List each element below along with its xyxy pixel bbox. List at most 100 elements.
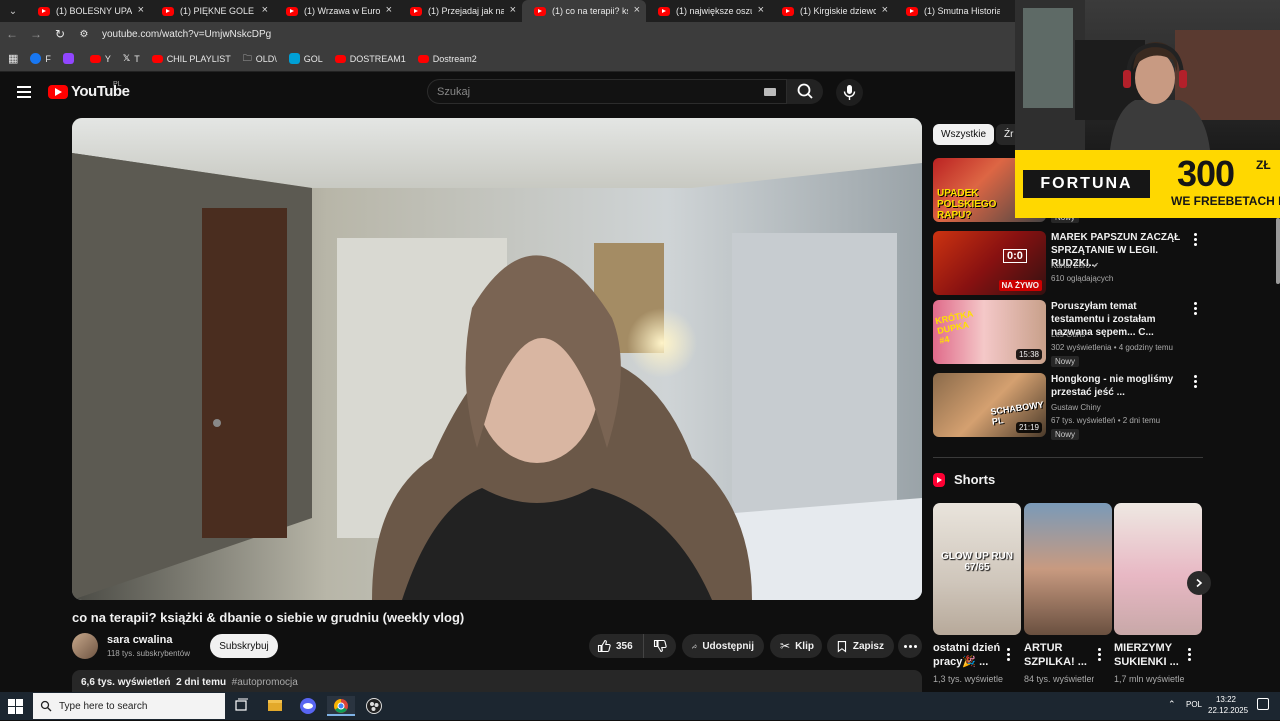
channel-avatar[interactable] (72, 633, 98, 659)
youtube-icon (782, 6, 794, 16)
youtube-play-icon (48, 84, 68, 99)
site-info-icon[interactable]: ⚙ (72, 29, 96, 40)
more-vertical-icon[interactable] (1194, 233, 1198, 246)
bookmark-dostream2[interactable]: Dostream2 (417, 54, 477, 64)
shorts-heading: Shorts (933, 472, 995, 487)
save-button[interactable]: Zapisz (827, 634, 894, 658)
folder-icon: 🗀 (242, 52, 252, 63)
x-icon: 𝕏 (122, 53, 131, 63)
back-arrow-icon[interactable]: ← (0, 27, 24, 41)
discord-icon[interactable] (294, 696, 322, 716)
forward-arrow-icon[interactable]: → (24, 27, 48, 41)
taskbar-search-input[interactable]: Type here to search (33, 693, 225, 719)
tray-chevron-up-icon[interactable]: ⌃ (1168, 699, 1176, 710)
url-field[interactable]: youtube.com/watch?v=UmjwNskcDPg (102, 29, 271, 40)
dislike-button[interactable] (644, 634, 676, 658)
bookmark-gol[interactable]: GOL (288, 53, 323, 64)
bookmark-chil-playlist[interactable]: CHIL PLAYLIST (151, 54, 231, 64)
browser-tab[interactable]: (1) PIĘKNE GOLE ROG× (150, 0, 274, 22)
recommended-video[interactable]: 0:0 NA ŻYWO MAREK PAPSZUN ZACZĄŁ SPRZĄTA… (933, 231, 1203, 295)
short-thumbnail[interactable] (1114, 503, 1202, 635)
new-badge: Nowy (1051, 429, 1080, 440)
gol-icon (288, 53, 300, 64)
more-vertical-icon[interactable] (1188, 648, 1191, 661)
windows-taskbar: Type here to search ⌃ POL 13:22 22.12.20… (0, 692, 1280, 720)
search-input[interactable]: Szukaj (427, 79, 787, 104)
youtube-icon (906, 6, 918, 16)
search-icon (797, 83, 813, 99)
video-meta: 302 wyświetlenia • 4 godziny temu (1051, 343, 1173, 352)
browser-tab-active[interactable]: (1) co na terapii? ksią× (522, 0, 646, 22)
channel-name: Kanał Zero ✔ (1051, 261, 1100, 270)
tab-search-icon[interactable]: ⌄ (0, 0, 26, 22)
youtube-logo[interactable]: YouTube PL (48, 81, 130, 100)
close-tab-icon[interactable]: × (386, 4, 392, 16)
notification-icon[interactable] (1257, 698, 1269, 710)
hamburger-menu-icon[interactable] (17, 86, 31, 98)
browser-tab[interactable]: (1) największe oszust× (646, 0, 770, 22)
close-tab-icon[interactable]: × (262, 4, 268, 16)
close-tab-icon[interactable]: × (634, 4, 640, 16)
apps-grid-icon[interactable]: ▦ (8, 52, 18, 65)
more-actions-button[interactable] (898, 634, 922, 658)
bookmark-icon (837, 640, 847, 653)
bookmark-dostream1[interactable]: DOSTREAM1 (334, 54, 406, 64)
page-scrollbar-thumb[interactable] (1276, 218, 1280, 284)
task-view-icon[interactable] (227, 696, 255, 716)
ad-subtext: WE FREEBETACH NA STAR (1171, 194, 1280, 208)
more-vertical-icon[interactable] (1007, 648, 1010, 661)
search-button[interactable] (787, 79, 823, 104)
video-player[interactable] (72, 118, 922, 600)
chip-all[interactable]: Wszystkie (933, 124, 994, 145)
browser-tab[interactable]: (1) Przejadaj jak najm× (398, 0, 522, 22)
more-vertical-icon[interactable] (1098, 648, 1101, 661)
short-title[interactable]: MIERZYMY SUKIENKI ... (1114, 641, 1192, 669)
short-thumbnail[interactable] (1024, 503, 1112, 635)
bookmark-youtube[interactable]: Y (89, 54, 111, 64)
reload-icon[interactable]: ↻ (48, 27, 72, 41)
keyboard-icon[interactable] (764, 88, 776, 96)
bookmark-twitch[interactable] (62, 53, 78, 64)
clock[interactable]: 13:22 22.12.2025 (1208, 694, 1248, 716)
clip-button[interactable]: ✂ Klip (770, 634, 822, 658)
voice-search-button[interactable] (836, 79, 863, 106)
bookmark-x[interactable]: 𝕏T (123, 53, 140, 64)
chip-source[interactable]: Źr (996, 124, 1015, 145)
recommended-video[interactable]: KRÓTKA DUPKA #4 15:38 Poruszyłam temat t… (933, 300, 1203, 367)
browser-tab[interactable]: (1) BOLESNY UPADEK× (26, 0, 150, 22)
short-title[interactable]: ARTUR SZPILKA! ... (1024, 641, 1102, 669)
shorts-next-button[interactable] (1187, 571, 1211, 595)
chrome-icon[interactable] (327, 696, 355, 716)
obs-icon[interactable] (360, 696, 388, 716)
close-tab-icon[interactable]: × (758, 4, 764, 16)
live-badge: NA ŻYWO (998, 280, 1042, 291)
browser-tab[interactable]: (1) Kirgiskie dziewczy× (770, 0, 894, 22)
close-tab-icon[interactable]: × (138, 4, 144, 16)
language-indicator[interactable]: POL (1186, 700, 1202, 709)
file-explorer-icon[interactable] (261, 696, 289, 716)
share-button[interactable]: Udostępnij (682, 634, 764, 658)
recommended-video[interactable]: SCHABOWY PL 21:19 Hongkong - nie mogliśm… (933, 373, 1203, 440)
channel-name[interactable]: sara cwalina (107, 634, 172, 646)
video-thumbnail: SCHABOWY PL 21:19 (933, 373, 1046, 437)
address-bar-row: ← → ↻ ⚙ youtube.com/watch?v=UmjwNskcDPg (0, 22, 1015, 46)
windows-start-icon[interactable] (8, 699, 23, 714)
bookmark-folder-old[interactable]: 🗀 OLD\ (243, 51, 277, 67)
description-box[interactable]: 6,6 tys. wyświetleń 2 dni temu #autoprom… (72, 670, 922, 692)
short-thumbnail[interactable]: GLOW UP RUN 67/65 (933, 503, 1021, 635)
browser-tab[interactable]: (1) Wrzawa w Europa× (274, 0, 398, 22)
thumbs-down-icon (653, 639, 667, 653)
video-duration: 15:38 (1015, 349, 1042, 360)
close-tab-icon[interactable]: × (510, 4, 516, 16)
browser-tab[interactable]: (1) Smutna Historia (894, 0, 1018, 22)
close-tab-icon[interactable]: × (882, 4, 888, 16)
video-thumbnail: KRÓTKA DUPKA #4 15:38 (933, 300, 1046, 364)
more-vertical-icon[interactable] (1194, 375, 1198, 388)
short-title[interactable]: ostatni dzień pracy🎉 ... (933, 641, 1011, 669)
more-vertical-icon[interactable] (1194, 302, 1198, 315)
hashtag-link[interactable]: #autopromocja (232, 677, 298, 688)
like-button[interactable]: 356 (589, 634, 644, 658)
webcam-frame (1015, 0, 1280, 150)
subscribe-button[interactable]: Subskrybuj (210, 634, 278, 658)
bookmark-facebook[interactable]: F (30, 53, 51, 64)
